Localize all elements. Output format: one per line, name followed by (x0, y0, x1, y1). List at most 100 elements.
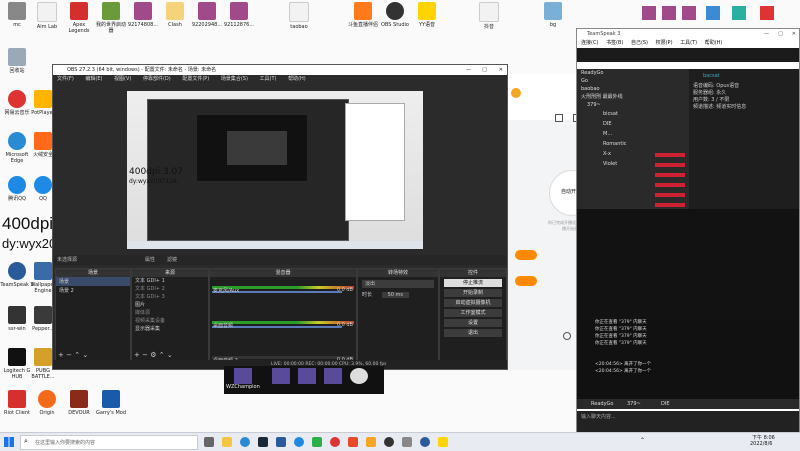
close-icon[interactable]: ✕ (792, 29, 796, 39)
avatar[interactable] (324, 368, 342, 384)
add-icon[interactable]: + (134, 351, 140, 359)
task-view-icon[interactable] (204, 437, 214, 447)
archive-icon[interactable] (642, 6, 656, 20)
clock-time[interactable]: 下午 8:06 (752, 434, 775, 441)
avatar[interactable] (234, 368, 252, 384)
add-icon[interactable]: + (58, 351, 64, 359)
duration-input[interactable]: 50 ms (381, 292, 410, 298)
source-item[interactable]: 文本 GDI+ 2 (132, 285, 208, 293)
app-icon[interactable] (402, 437, 412, 447)
tree-item[interactable]: Go (577, 77, 689, 85)
menu-file[interactable]: 文件(F) (57, 76, 74, 82)
desktop-icon-rar2[interactable]: 92202948... (190, 2, 224, 28)
tree-user[interactable]: Romantic (577, 139, 689, 149)
settings-button[interactable]: 设置 (444, 319, 502, 327)
desktop-icon-recycle-bin[interactable]: 回收站 (0, 48, 34, 74)
qq-icon[interactable] (294, 437, 304, 447)
orange-button[interactable] (515, 250, 537, 260)
obs-icon[interactable] (384, 437, 394, 447)
netease-music-icon[interactable] (330, 437, 340, 447)
chat-tab[interactable]: ReadyGo (591, 399, 613, 409)
close-icon[interactable]: ✕ (499, 65, 503, 75)
ts-menu-item[interactable]: 书签(B) (606, 40, 623, 46)
settings-icon[interactable]: ⚙ (150, 351, 156, 359)
yy-icon[interactable] (438, 437, 448, 447)
desktop-icon-aimlab[interactable]: Aim Lab (30, 2, 64, 30)
app-icon[interactable] (760, 6, 774, 20)
avatar[interactable] (350, 368, 368, 384)
menu-scene-collection[interactable]: 场景集合(S) (221, 76, 248, 82)
start-recording-button[interactable]: 开始录制 (444, 289, 502, 297)
down-icon[interactable]: ⌄ (82, 351, 88, 359)
tree-user[interactable]: DIE (577, 119, 689, 129)
desktop-icon-clash[interactable]: Clash (158, 2, 192, 28)
tree-user[interactable]: M... (577, 129, 689, 139)
teamspeak-icon[interactable] (420, 437, 430, 447)
desktop-icon-bg[interactable]: bg (536, 2, 570, 28)
tree-item[interactable]: 379~ (577, 101, 689, 109)
filters-button[interactable]: 滤镜 (167, 255, 177, 265)
chat-tab[interactable]: DIE (661, 399, 669, 409)
minimize-icon[interactable]: — (764, 29, 769, 39)
settings-icon[interactable] (563, 332, 571, 340)
source-item[interactable]: 视频采集设备 (132, 317, 208, 325)
wechat-icon[interactable] (312, 437, 322, 447)
menu-view[interactable]: 视图(V) (114, 76, 131, 82)
up-icon[interactable]: ⌃ (74, 351, 80, 359)
desktop-icon-origin[interactable]: Origin (30, 390, 64, 416)
orange-button[interactable] (515, 276, 537, 286)
maximize-icon[interactable]: □ (778, 29, 783, 39)
scene-item[interactable]: 场景 (56, 277, 130, 286)
menu-docks[interactable]: 停靠部件(D) (143, 76, 171, 82)
archive-icon[interactable] (662, 6, 676, 20)
tree-item[interactable]: ReadyGo (577, 69, 689, 77)
transition-select[interactable]: 淡出 (362, 280, 434, 288)
desktop-icon-gmod[interactable]: Garry's Mod (94, 390, 128, 416)
source-item[interactable]: 文本 GDI+ 1 (132, 277, 208, 285)
app-icon[interactable] (348, 437, 358, 447)
remove-icon[interactable]: − (66, 351, 72, 359)
studio-mode-button[interactable]: 工作室模式 (444, 309, 502, 317)
desktop-icon-minecraft[interactable]: 我的世界启动器 (94, 2, 128, 34)
windows-start-icon[interactable] (4, 437, 14, 447)
menu-edit[interactable]: 编辑(E) (85, 76, 102, 82)
desktop-icon-douyin[interactable]: 抖音 (472, 2, 506, 30)
properties-button[interactable]: 属性 (145, 255, 155, 265)
up-icon[interactable]: ⌃ (159, 351, 165, 359)
menu-help[interactable]: 帮助(H) (288, 76, 306, 82)
taskbar-search[interactable]: ⌕ 在这里输入你要搜索的内容 (20, 435, 198, 450)
clock-date[interactable]: 2022/8/6 (750, 441, 772, 447)
ts-menu-item[interactable]: 连接(C) (581, 40, 598, 46)
avatar[interactable] (272, 368, 290, 384)
desktop-icon-devour[interactable]: DEVOUR (62, 390, 96, 416)
virtual-camera-button[interactable]: 启动虚拟摄像机 (444, 299, 502, 307)
ts-menu-item[interactable]: 自己(S) (631, 40, 648, 46)
scene-item[interactable]: 场景 2 (56, 286, 130, 295)
tree-item[interactable]: 火刑刑刑 最最外线 (577, 93, 689, 101)
exit-button[interactable]: 退出 (444, 329, 502, 337)
down-icon[interactable]: ⌄ (167, 351, 173, 359)
app-icon[interactable] (706, 6, 720, 20)
obs-preview[interactable]: 400dpi 3.07 dy:wyx2007116. (127, 91, 423, 249)
chat-input[interactable]: 输入聊天内容... (577, 411, 799, 433)
source-item[interactable]: 媒体源 (132, 309, 208, 317)
edge-icon[interactable] (240, 437, 250, 447)
stop-streaming-button[interactable]: 停止推流 (444, 279, 502, 287)
app-icon[interactable] (366, 437, 376, 447)
desktop-icon-taobao[interactable]: taobao (282, 2, 316, 30)
desktop-icon-douyu[interactable]: 斗鱼直播伴侣 (346, 2, 380, 28)
desktop-icon-apex[interactable]: Apex Legends (62, 2, 96, 34)
archive-icon[interactable] (682, 6, 696, 20)
desktop-icon-mc[interactable]: mc (0, 2, 34, 28)
ts-menu-item[interactable]: 工具(T) (680, 40, 697, 46)
chat-tab[interactable]: 379~ (627, 399, 641, 409)
maximize-icon[interactable]: □ (482, 65, 487, 75)
desktop-icon-obs[interactable]: OBS Studio (378, 2, 412, 28)
ts-menu-item[interactable]: 帮助(H) (705, 40, 723, 46)
desktop-icon-rar1[interactable]: 92174808... (126, 2, 160, 28)
avatar[interactable] (298, 368, 316, 384)
menu-profile[interactable]: 配置文件(P) (182, 76, 209, 82)
app-icon[interactable] (276, 437, 286, 447)
tree-item[interactable]: baobao (577, 85, 689, 93)
ts-menu-item[interactable]: 权限(P) (656, 40, 673, 46)
